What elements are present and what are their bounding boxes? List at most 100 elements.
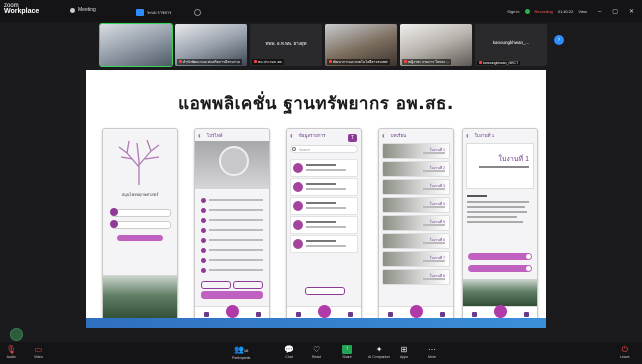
participants-icon: 👥16: [233, 345, 249, 354]
username-field[interactable]: [110, 208, 171, 217]
password-field[interactable]: [110, 220, 171, 229]
next-page-icon[interactable]: ›: [554, 35, 564, 45]
list-item[interactable]: [290, 159, 358, 177]
center-tree-icon[interactable]: [493, 304, 507, 318]
lesson-action-button-1[interactable]: [468, 253, 532, 260]
assistant-icon[interactable]: [10, 328, 23, 341]
home-icon[interactable]: [203, 311, 209, 317]
lesson-card[interactable]: ใบงานที่ 4: [382, 197, 450, 213]
mic-muted-icon: [329, 60, 332, 63]
participants-button[interactable]: 👥16 Participants: [232, 345, 250, 360]
view-menu[interactable]: View: [578, 9, 587, 14]
profile-row: [201, 267, 263, 273]
lesson-card[interactable]: ใบงานที่ 3: [382, 179, 450, 195]
app-screen-info-list: ‹ ข้อมูลรายการ T Search: [286, 128, 362, 322]
sign-in-link[interactable]: Sign in: [507, 9, 519, 14]
paragraph-line: [467, 221, 523, 223]
participant-name-text: kanoungkhwan_NRCT: [483, 61, 519, 65]
paragraph-line: [467, 216, 517, 218]
list-item[interactable]: [290, 178, 358, 196]
back-arrow-icon[interactable]: ‹: [290, 131, 293, 140]
settings-icon[interactable]: [439, 311, 445, 317]
meeting-tab[interactable]: Meeting: [70, 7, 96, 13]
participant-tile-2[interactable]: สำนักพัฒนาและส่งเสริมการมีส่วนร่วม: [175, 24, 247, 66]
participant-name-text: ทน.ประกอบ อพ.: [258, 60, 283, 64]
participant-tile-4[interactable]: พัฒนาการและเทคโนโลยีสารสนเทศ: [325, 24, 397, 66]
save-button[interactable]: [201, 291, 263, 299]
audio-button[interactable]: 🎙 Audio: [6, 345, 16, 359]
center-tree-icon[interactable]: [317, 304, 331, 318]
forest-background: [463, 279, 537, 307]
avatar: [219, 146, 249, 176]
audio-label: Audio: [6, 355, 16, 359]
mic-muted-icon: [254, 60, 257, 63]
meeting-label: Meeting: [78, 7, 96, 13]
leave-icon: ⏻: [621, 345, 628, 354]
meeting-timer: 01:40:22: [557, 9, 574, 14]
react-button[interactable]: ♡ React: [312, 345, 321, 359]
apps-button[interactable]: ⊞ Apps: [400, 345, 408, 359]
lesson-card[interactable]: ใบงานที่ 7: [382, 251, 450, 267]
home-icon[interactable]: [471, 311, 477, 317]
settings-icon[interactable]: [255, 311, 261, 317]
maximize-icon[interactable]: ▢: [612, 8, 618, 15]
apps-icon: ⊞: [400, 345, 408, 354]
home-icon[interactable]: [387, 311, 393, 317]
info-icon[interactable]: [194, 9, 202, 16]
login-button[interactable]: [117, 235, 163, 241]
participant-strip: สำนักพัฒนาและส่งเสริมการมีส่วนร่วม ทพพ. …: [100, 22, 550, 68]
home-icon[interactable]: [295, 311, 301, 317]
logout-button[interactable]: [233, 281, 263, 289]
mic-off-icon: 🎙: [6, 345, 17, 354]
leave-label: Leave: [620, 355, 630, 359]
list-item[interactable]: [290, 197, 358, 215]
lesson-card[interactable]: ใบงานที่ 1: [382, 143, 450, 159]
back-arrow-icon[interactable]: ‹: [382, 131, 385, 140]
more-button[interactable]: ⋯ More: [428, 345, 436, 359]
lesson-hero-title: ใบงานที่ 1: [498, 156, 529, 163]
lesson-card[interactable]: ใบงานที่ 2: [382, 161, 450, 177]
load-more-button[interactable]: [305, 287, 345, 295]
edit-button[interactable]: [201, 281, 231, 289]
paragraph-line: [467, 206, 525, 208]
share-button[interactable]: ↑ Share: [342, 345, 352, 359]
back-arrow-icon[interactable]: ‹: [198, 131, 201, 140]
settings-icon[interactable]: [347, 311, 353, 317]
sparkle-icon: ✦: [375, 345, 383, 354]
center-tree-icon[interactable]: [225, 304, 239, 318]
list-item[interactable]: [290, 216, 358, 234]
profile-header: ‹ โปรไฟล์: [195, 129, 269, 141]
lesson-card[interactable]: ใบงานที่ 8: [382, 269, 450, 285]
ai-companion-button[interactable]: ✦ AI Companion: [368, 345, 390, 359]
video-button[interactable]: ▭ Video: [34, 345, 43, 359]
chat-button[interactable]: 💬 Chat: [284, 345, 294, 359]
participants-label: Participants: [232, 356, 251, 360]
share-info-chip[interactable]: ระบบ ราชการ: [136, 8, 202, 17]
settings-icon[interactable]: [523, 311, 529, 317]
lesson-card[interactable]: ใบงานที่ 5: [382, 215, 450, 231]
filter-icon[interactable]: T: [348, 134, 357, 142]
minimize-icon[interactable]: –: [598, 9, 601, 15]
lesson-hero-subtitle: [479, 166, 529, 168]
lesson-card[interactable]: ใบงานที่ 6: [382, 233, 450, 249]
heart-icon: ♡: [312, 345, 321, 354]
center-tree-icon[interactable]: [409, 304, 423, 318]
search-input[interactable]: Search: [290, 145, 358, 153]
title-bar: zoom Workplace Meeting ระบบ ราชการ Sign …: [0, 0, 642, 22]
participant-name-text: พัฒนาการและเทคโนโลยีสารสนเทศ: [333, 60, 388, 64]
participant-tile-6[interactable]: kanoungkhwan_... kanoungkhwan_NRCT: [475, 24, 547, 66]
participant-label: ทพพ. อ.ท.พพ. ยางยุท: [265, 41, 307, 46]
list-item[interactable]: [290, 235, 358, 253]
lessons-header-title: บทเรียน: [390, 132, 407, 138]
participant-tile-1[interactable]: [100, 24, 172, 66]
participant-name-text: สำนักพัฒนาและส่งเสริมการมีส่วนร่วม: [183, 60, 241, 64]
share-info-label: ระบบ ราชการ: [147, 10, 172, 15]
participant-name-text: หญิงาทะ กรมการ ไพรตะ ...: [408, 60, 450, 64]
close-icon[interactable]: ✕: [629, 8, 634, 15]
participant-tile-3[interactable]: ทพพ. อ.ท.พพ. ยางยุท ทน.ประกอบ อพ.: [250, 24, 322, 66]
app-screen-profile: ‹ โปรไฟล์: [194, 128, 270, 322]
leave-button[interactable]: ⏻ Leave: [620, 345, 630, 359]
participant-tile-5[interactable]: หญิงาทะ กรมการ ไพรตะ ...: [400, 24, 472, 66]
back-arrow-icon[interactable]: ‹: [466, 131, 469, 140]
lesson-action-button-2[interactable]: [468, 265, 532, 272]
